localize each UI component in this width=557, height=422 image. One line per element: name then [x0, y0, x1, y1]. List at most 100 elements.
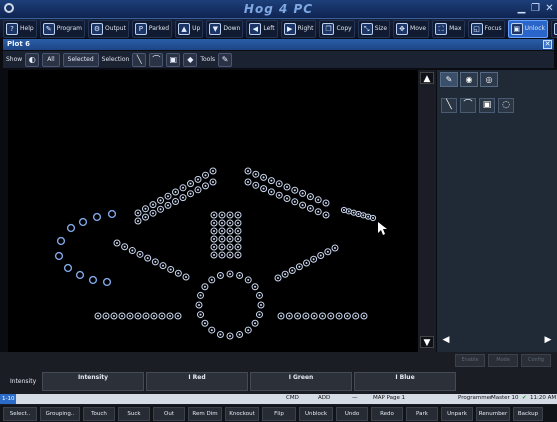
intensity-button[interactable]: Intensity	[42, 372, 144, 391]
fixture-icon[interactable]	[63, 263, 73, 273]
mode-button[interactable]: Mode	[488, 354, 518, 367]
toolbar-parked-button[interactable]: P Parked	[131, 19, 173, 38]
softkey-rem-dim[interactable]: Rem Dim	[188, 407, 222, 421]
fixture-icon[interactable]	[78, 217, 88, 227]
softkey-renumber[interactable]: Renumber	[476, 407, 510, 421]
horizontal-scrollbar[interactable]: ◀ ▶	[437, 333, 557, 347]
show-selected-button[interactable]: Selected	[62, 52, 99, 67]
fixture-dot	[159, 208, 162, 211]
command-line[interactable]: 1-10 CMD ADD — MAP Page 1 Programmer Mas…	[0, 394, 557, 404]
fixture-icon[interactable]	[56, 236, 66, 246]
show-all-button[interactable]: All	[42, 52, 60, 67]
fixture-dot	[278, 182, 281, 185]
toolbar-move-button[interactable]: ✥ Move	[393, 19, 430, 38]
restore-icon[interactable]: ❐	[530, 3, 541, 14]
line-tool-icon[interactable]: ╲	[132, 52, 147, 67]
pencil-tab-icon[interactable]: ✎	[440, 72, 458, 87]
softkey-redo[interactable]: Redo	[371, 407, 403, 421]
scroll-down-icon[interactable]: ▼	[420, 336, 434, 348]
softkey-park[interactable]: Park	[406, 407, 438, 421]
curve-tool-icon[interactable]: ⌒	[149, 52, 164, 67]
fixture-tab-icon[interactable]: ◉	[460, 72, 478, 87]
i-blue-button[interactable]: I Blue	[354, 372, 456, 391]
softkey-undo[interactable]: Undo	[336, 407, 368, 421]
rect-draw-icon[interactable]: ▣	[479, 98, 495, 113]
box-select-icon[interactable]: ▣	[166, 52, 181, 67]
i-red-button[interactable]: I Red	[146, 372, 248, 391]
fixture-dot	[313, 315, 316, 317]
circle-draw-icon[interactable]: ◌	[498, 98, 514, 113]
toolbar-button-label: Help	[20, 25, 34, 32]
fixture-icon[interactable]	[92, 212, 102, 222]
fixture-dot	[139, 253, 141, 256]
master-indicator: Master 10	[491, 395, 519, 401]
fixture-dot	[219, 274, 222, 277]
vertical-scrollbar[interactable]: ▲ ▼	[418, 70, 436, 352]
fixture-dot	[325, 214, 327, 216]
fixture-icon[interactable]	[75, 270, 85, 280]
i-green-button[interactable]: I Green	[250, 372, 352, 391]
scroll-right-icon[interactable]: ▶	[542, 334, 554, 346]
toolbar-focus-button[interactable]: ◱ Focus	[467, 19, 505, 38]
softkey-suck[interactable]: Suck	[118, 407, 150, 421]
fixture-dot	[317, 210, 320, 213]
fixture-dot	[144, 216, 147, 219]
config-button[interactable]: Config	[521, 354, 551, 367]
enable-button[interactable]: Enable	[455, 354, 485, 367]
fixture-icon[interactable]	[54, 251, 64, 261]
toolbar-copy-button[interactable]: ❐ Copy	[319, 19, 355, 38]
softkey-flip[interactable]: Flip	[262, 407, 296, 421]
shapes-icon[interactable]: ◆	[183, 52, 198, 67]
fixture-dot	[247, 181, 249, 183]
toolbar-left-button[interactable]: ◀ Left	[246, 19, 278, 38]
tools-label: Tools	[200, 56, 216, 63]
fixture-dot	[258, 294, 261, 297]
fixture-plot[interactable]	[8, 70, 418, 352]
fixture-dot	[213, 222, 215, 224]
tools-panel: ✎ ◉ ◎ ╲ ⌒ ▣ ◌	[437, 70, 557, 352]
toolbar-unlock-button[interactable]: ▣ Unlock	[507, 19, 548, 38]
fixture-icon[interactable]	[107, 209, 117, 219]
toolbar-program-button[interactable]: ✎ Program	[39, 19, 86, 38]
close-plot-window-icon[interactable]: ✕	[543, 40, 552, 49]
minimize-icon[interactable]: ▁	[516, 3, 527, 14]
line-draw-icon[interactable]: ╲	[441, 98, 457, 113]
toolbar-button-label: Max	[449, 25, 462, 32]
fixture-dot	[121, 315, 123, 317]
fixture-icon[interactable]	[102, 277, 112, 287]
scroll-up-icon[interactable]: ▲	[420, 72, 434, 84]
fixture-dot	[185, 276, 187, 278]
fixture-dot	[362, 214, 365, 217]
scroll-left-icon[interactable]: ◀	[440, 334, 452, 346]
shape-tab-icon[interactable]: ◎	[480, 72, 498, 87]
softkey-out[interactable]: Out	[153, 407, 185, 421]
toolbar-output-button[interactable]: ⚙ Output	[88, 19, 129, 38]
fixture-dot	[204, 184, 207, 187]
fixture-dot	[162, 264, 164, 267]
plot-canvas[interactable]	[8, 70, 418, 352]
softkey-touch[interactable]: Touch	[83, 407, 115, 421]
toolbar-max-button[interactable]: ⛶ Max	[432, 19, 465, 38]
show-toggle-icon[interactable]: ◐	[25, 52, 40, 67]
toolbar-close-a-button[interactable]: ✕Close A	[550, 19, 557, 38]
softkey-grouping[interactable]: Grouping..	[40, 407, 80, 421]
fixture-dot	[288, 315, 291, 317]
toolbar-help-button[interactable]: ? Help	[3, 19, 37, 38]
arc-draw-icon[interactable]: ⌒	[460, 98, 476, 113]
toolbar-up-button[interactable]: ▲ Up	[175, 19, 204, 38]
softkey-knockout[interactable]: Knockout	[225, 407, 259, 421]
fixture-dot	[254, 285, 257, 288]
fixture-dot	[247, 278, 250, 281]
softkey-backup[interactable]: Backup	[513, 407, 543, 421]
toolbar-right-button[interactable]: ▶ Right	[280, 19, 317, 38]
fixture-icon[interactable]	[66, 223, 76, 233]
softkey-unblock[interactable]: Unblock	[299, 407, 333, 421]
close-window-icon[interactable]: ✕	[544, 3, 555, 14]
toolbar-size-button[interactable]: ⤡ Size	[357, 19, 391, 38]
softkey-select[interactable]: Select..	[3, 407, 37, 421]
fixture-icon[interactable]	[88, 275, 98, 285]
softkey-unpark[interactable]: Unpark	[441, 407, 473, 421]
fixture-dot	[213, 238, 215, 240]
toolbar-down-button[interactable]: ▼ Down	[206, 19, 244, 38]
pencil-tool-icon[interactable]: ✎	[218, 52, 233, 67]
